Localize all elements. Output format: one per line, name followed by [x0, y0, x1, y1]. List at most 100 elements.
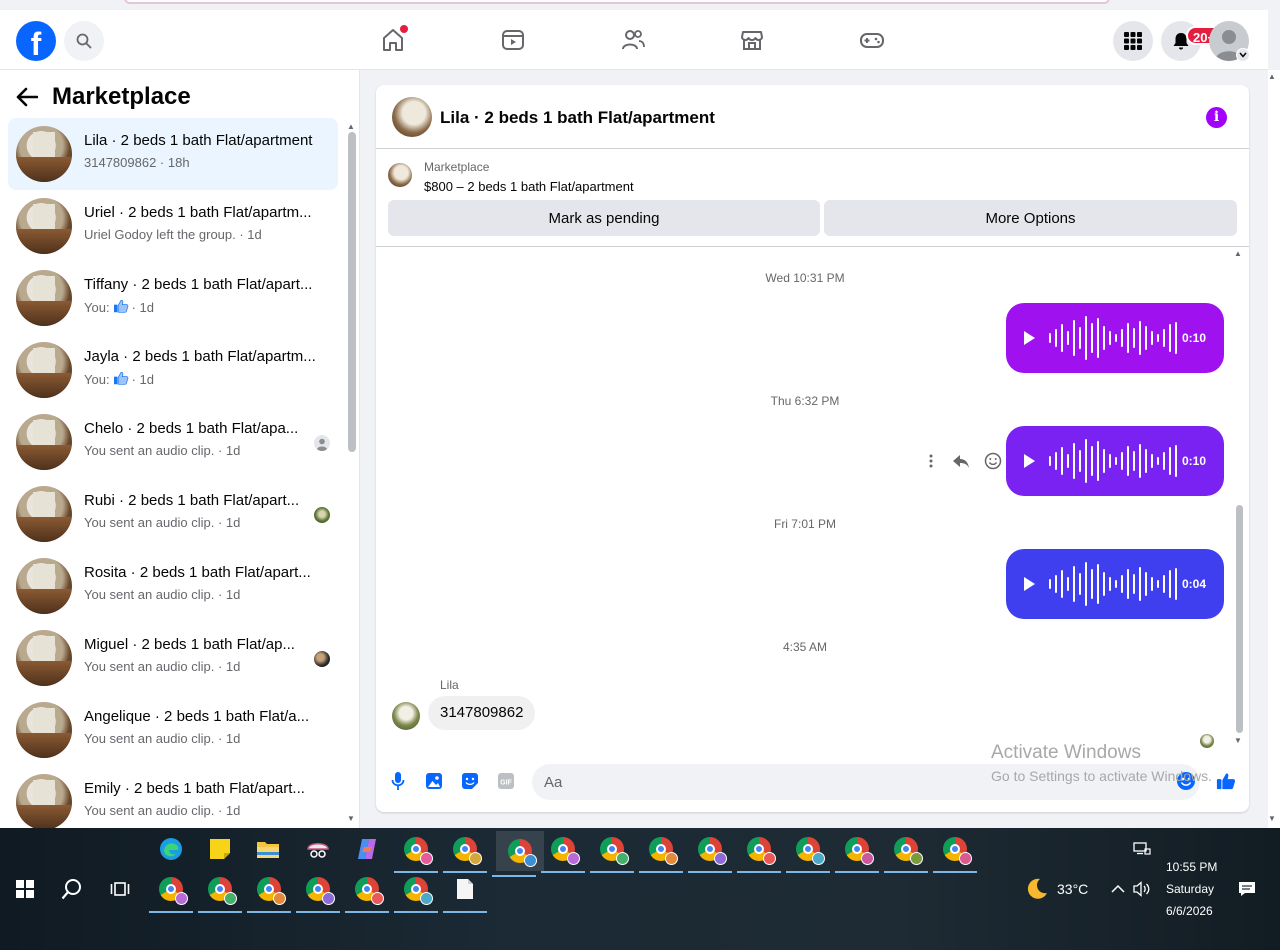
waveform-bar	[1073, 443, 1075, 479]
profile-chevron-down-icon[interactable]	[1236, 48, 1250, 62]
conversation-item[interactable]: Uriel · 2 beds 1 bath Flat/apartm... Urie…	[8, 190, 338, 262]
file-explorer-icon[interactable]	[250, 831, 286, 867]
clock-date[interactable]: 6/6/2026	[1166, 904, 1213, 918]
received-message[interactable]: 3147809862	[428, 696, 536, 730]
chrome-profile-icon[interactable]	[884, 831, 928, 873]
listing-title[interactable]: $800 – 2 beds 1 bath Flat/apartment	[424, 179, 634, 194]
reply-icon[interactable]	[952, 453, 970, 469]
play-icon[interactable]	[1024, 331, 1035, 345]
conversation-item[interactable]: Lila · 2 beds 1 bath Flat/apartment 31478…	[8, 118, 338, 190]
emoji-icon[interactable]	[1176, 771, 1196, 791]
conversation-name: Lila · 2 beds 1 bath Flat/apartment	[84, 132, 313, 149]
chat-title[interactable]: Lila · 2 beds 1 bath Flat/apartment	[440, 108, 715, 128]
weather-temperature[interactable]: 33°C	[1057, 881, 1088, 897]
conversation-item[interactable]: Rubi · 2 beds 1 bath Flat/apart... You se…	[8, 478, 338, 550]
conversation-item[interactable]: Miguel · 2 beds 1 bath Flat/ap... You sen…	[8, 622, 338, 694]
listing-photo-avatar	[16, 342, 72, 398]
conversation-item[interactable]: Tiffany · 2 beds 1 bath Flat/apart... You…	[8, 262, 338, 334]
chrome-profile-icon[interactable]	[345, 871, 389, 913]
waveform-bar	[1145, 326, 1147, 350]
chrome-profile-icon[interactable]	[639, 831, 683, 873]
sticker-icon[interactable]	[460, 771, 480, 791]
gaming-icon[interactable]	[857, 25, 887, 55]
chrome-profile-icon[interactable]	[443, 831, 487, 873]
video-icon[interactable]	[498, 25, 528, 55]
voice-duration: 0:04	[1181, 577, 1206, 591]
conversation-item[interactable]: Rosita · 2 beds 1 bath Flat/apart... You …	[8, 550, 338, 622]
more-options-icon[interactable]	[924, 453, 938, 469]
network-icon[interactable]	[1124, 831, 1160, 867]
chrome-profile-icon[interactable]	[296, 871, 340, 913]
voice-message[interactable]: 0:04	[1006, 549, 1224, 619]
message-input[interactable]: Aa	[532, 764, 1200, 800]
copilot-icon[interactable]	[349, 831, 385, 867]
conversation-item[interactable]: Angelique · 2 beds 1 bath Flat/a... You s…	[8, 694, 338, 766]
chrome-profile-icon[interactable]	[394, 871, 438, 913]
sidebar-scrollbar[interactable]	[348, 132, 356, 452]
notepad-file-icon[interactable]	[443, 871, 487, 913]
chrome-profile-icon[interactable]	[492, 831, 544, 877]
waveform-bar	[1055, 452, 1057, 470]
chat-scrollbar[interactable]	[1236, 505, 1243, 733]
gif-icon[interactable]: GIF	[496, 771, 516, 791]
mark-as-pending-button[interactable]: Mark as pending	[388, 200, 820, 236]
chrome-profile-icon[interactable]	[198, 871, 242, 913]
play-icon[interactable]	[1024, 577, 1035, 591]
chrome-profile-icon[interactable]	[786, 831, 830, 873]
chat-listing-avatar[interactable]	[392, 97, 432, 137]
waveform-bar	[1109, 454, 1111, 468]
windows-start-icon[interactable]	[7, 871, 43, 907]
listing-photo-avatar	[16, 198, 72, 254]
listing-photo-avatar	[16, 270, 72, 326]
microphone-icon[interactable]	[388, 771, 408, 791]
snipping-tool-icon[interactable]	[300, 831, 336, 867]
conversation-preview: You sent an audio clip. · 1d	[84, 443, 241, 458]
info-icon[interactable]: i	[1206, 107, 1227, 128]
chrome-profile-icon[interactable]	[541, 831, 585, 873]
chrome-profile-icon[interactable]	[149, 871, 193, 913]
home-icon[interactable]	[378, 25, 408, 55]
sidebar-scroll-down-icon[interactable]: ▼	[347, 814, 355, 823]
marketplace-icon[interactable]	[737, 25, 767, 55]
chrome-profile-icon[interactable]	[247, 871, 291, 913]
voice-message[interactable]: 0:10	[1006, 426, 1224, 496]
clock-time[interactable]: 10:55 PM	[1166, 860, 1217, 874]
chrome-profile-icon[interactable]	[394, 831, 438, 873]
clock-day[interactable]: Saturday	[1166, 882, 1214, 896]
voice-message[interactable]: 0:10	[1006, 303, 1224, 373]
page-scroll-down-icon[interactable]: ▼	[1268, 814, 1276, 823]
chat-scroll-up-icon[interactable]: ▲	[1234, 249, 1242, 258]
chrome-profile-icon[interactable]	[688, 831, 732, 873]
page-scroll-up-icon[interactable]: ▲	[1268, 72, 1276, 81]
back-arrow-icon[interactable]	[16, 87, 38, 107]
play-icon[interactable]	[1024, 454, 1035, 468]
conversation-item[interactable]: Jayla · 2 beds 1 bath Flat/apartm... You:…	[8, 334, 338, 406]
volume-icon[interactable]	[1124, 871, 1160, 907]
more-options-button[interactable]: More Options	[824, 200, 1237, 236]
facebook-logo-icon[interactable]: f	[16, 21, 56, 61]
sticky-notes-icon[interactable]	[202, 831, 238, 867]
chrome-profile-icon[interactable]	[835, 831, 879, 873]
chrome-profile-icon[interactable]	[933, 831, 977, 873]
chat-scroll-down-icon[interactable]: ▼	[1234, 736, 1242, 745]
notification-center-icon[interactable]	[1229, 871, 1265, 907]
search-button[interactable]	[64, 21, 104, 61]
sidebar-scroll-up-icon[interactable]: ▲	[347, 122, 355, 131]
listing-thumbnail[interactable]	[388, 163, 412, 187]
sender-avatar[interactable]	[392, 702, 420, 730]
chrome-profile-icon[interactable]	[737, 831, 781, 873]
taskbar-search-icon[interactable]	[54, 871, 90, 907]
menu-grid-button[interactable]	[1113, 21, 1153, 61]
friends-icon[interactable]	[618, 25, 648, 55]
waveform-bar	[1157, 334, 1159, 342]
like-send-icon[interactable]	[1216, 771, 1236, 791]
weather-moon-icon[interactable]	[1019, 871, 1055, 907]
task-view-icon[interactable]	[102, 871, 138, 907]
chrome-profile-icon[interactable]	[590, 831, 634, 873]
photo-icon[interactable]	[424, 771, 444, 791]
edge-browser-icon[interactable]	[153, 831, 189, 867]
sidebar-title: Marketplace	[52, 83, 191, 110]
react-emoji-icon[interactable]	[984, 452, 1002, 470]
page-scrollbar-track[interactable]	[1268, 70, 1280, 828]
conversation-item[interactable]: Chelo · 2 beds 1 bath Flat/apa... You sen…	[8, 406, 338, 478]
